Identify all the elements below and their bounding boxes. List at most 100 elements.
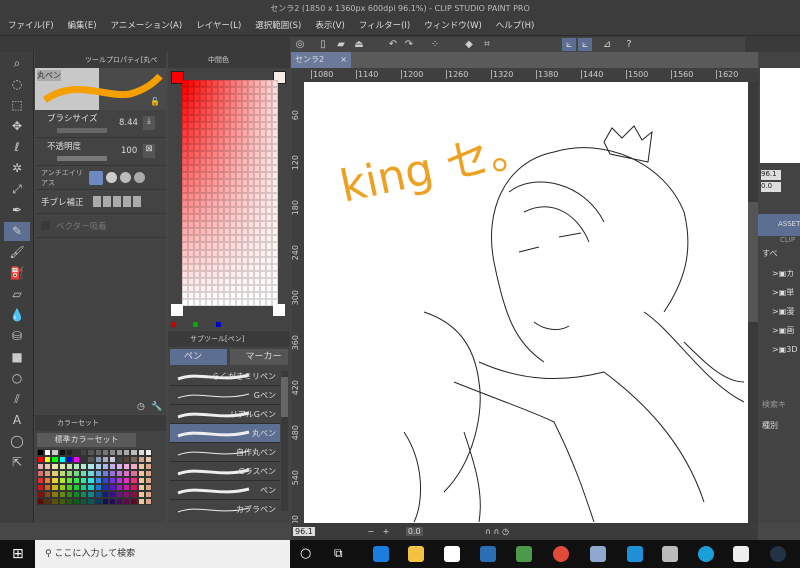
color-cell[interactable]: [272, 221, 278, 229]
rotate-left-icon[interactable]: ∩ ∩ ◷: [485, 527, 509, 536]
color-swatch[interactable]: [137, 456, 145, 463]
app2-icon[interactable]: [590, 546, 606, 562]
color-swatch[interactable]: [87, 470, 95, 477]
color-set-select[interactable]: 標準カラーセット: [37, 433, 136, 447]
color-swatch[interactable]: [87, 463, 95, 470]
color-swatch[interactable]: [44, 477, 52, 484]
eyedropper-icon[interactable]: ⤢: [4, 180, 30, 199]
color-swatch[interactable]: [130, 477, 138, 484]
color-swatch[interactable]: [37, 498, 45, 505]
document-tab[interactable]: センラ2 ×: [291, 52, 351, 68]
status-angle[interactable]: 0.0: [405, 527, 423, 536]
snap-ruler-icon[interactable]: ⟀: [562, 38, 576, 51]
color-swatch[interactable]: [51, 484, 59, 491]
menu-file[interactable]: ファイル(F): [8, 17, 54, 35]
color-swatch[interactable]: [51, 463, 59, 470]
subtool-item[interactable]: らくがきミリペン: [170, 367, 280, 386]
color-swatch[interactable]: [51, 470, 59, 477]
color-cell[interactable]: [272, 143, 278, 151]
color-swatch[interactable]: [137, 449, 145, 456]
color-swatch[interactable]: [123, 477, 131, 484]
color-cell[interactable]: [272, 94, 278, 102]
color-cell[interactable]: [272, 122, 278, 130]
color-swatch[interactable]: [144, 491, 152, 498]
color-swatch[interactable]: [123, 463, 131, 470]
color-set-tab[interactable]: カラーセット: [35, 415, 166, 431]
color-swatch[interactable]: [101, 498, 109, 505]
color-swatch[interactable]: [94, 498, 102, 505]
color-swatch[interactable]: [144, 470, 152, 477]
color-cell[interactable]: [272, 136, 278, 144]
explorer-icon[interactable]: [408, 546, 424, 562]
color-swatch[interactable]: [116, 449, 124, 456]
color-swatch[interactable]: [37, 477, 45, 484]
color-swatch[interactable]: [144, 484, 152, 491]
subtool-item[interactable]: 自作丸ペン: [170, 443, 280, 462]
color-swatch[interactable]: [130, 456, 138, 463]
color-swatch[interactable]: [80, 470, 88, 477]
color-swatch[interactable]: [44, 449, 52, 456]
color-swatch[interactable]: [80, 491, 88, 498]
color-swatch[interactable]: [80, 498, 88, 505]
color-swatch[interactable]: [51, 449, 59, 456]
color-swatch[interactable]: [65, 463, 73, 470]
color-cell[interactable]: [272, 129, 278, 137]
brush-icon[interactable]: 🖌: [4, 243, 30, 262]
brush-size-value[interactable]: 8.44: [119, 118, 138, 128]
color-swatch[interactable]: [44, 456, 52, 463]
color-swatch[interactable]: [80, 477, 88, 484]
mail-icon[interactable]: [627, 546, 643, 562]
text-icon[interactable]: A: [4, 411, 30, 430]
color-cell[interactable]: [272, 80, 278, 88]
media-icon[interactable]: [480, 546, 496, 562]
color-swatch[interactable]: [37, 463, 45, 470]
color-swatch[interactable]: [51, 456, 59, 463]
move-icon[interactable]: ✥: [4, 117, 30, 136]
menu-selection[interactable]: 選択範囲(S): [255, 17, 301, 35]
color-swatch[interactable]: [87, 484, 95, 491]
color-swatch[interactable]: [137, 463, 145, 470]
windows-start-icon[interactable]: ⊞: [12, 546, 24, 562]
object-icon[interactable]: ⬚: [4, 96, 30, 115]
color-swatch[interactable]: [58, 477, 66, 484]
color-swatch[interactable]: [58, 498, 66, 505]
color-swatch[interactable]: [65, 498, 73, 505]
color-swatch[interactable]: [130, 498, 138, 505]
color-swatch[interactable]: [72, 491, 81, 498]
eraser-icon[interactable]: ▱: [4, 285, 30, 304]
stabilization-slider[interactable]: [93, 196, 141, 207]
snap-special-ruler-icon[interactable]: ⟀: [578, 38, 592, 51]
color-swatch[interactable]: [123, 449, 131, 456]
color-swatch[interactable]: [65, 477, 73, 484]
color-swatch[interactable]: [87, 449, 95, 456]
help-icon[interactable]: ?: [622, 38, 636, 51]
color-cell[interactable]: [272, 164, 278, 172]
material-search[interactable]: 検索キ: [762, 399, 786, 410]
color-swatch[interactable]: [44, 470, 52, 477]
color-cell[interactable]: [272, 171, 278, 179]
color-swatch[interactable]: [72, 498, 81, 505]
zoom-out-icon[interactable]: −: [367, 527, 374, 536]
material-folder[interactable]: >▣カ: [772, 264, 798, 283]
color-swatch[interactable]: [65, 470, 73, 477]
subtool-item[interactable]: カブラペン: [170, 500, 280, 517]
color-swatch[interactable]: [58, 470, 66, 477]
material-folder[interactable]: >▣3D: [772, 340, 798, 359]
color-swatch[interactable]: [51, 477, 59, 484]
color-cell[interactable]: [272, 178, 278, 186]
canvas-vertical-scrollbar[interactable]: [748, 82, 758, 523]
color-swatch[interactable]: [101, 463, 109, 470]
color-cell[interactable]: [272, 256, 278, 264]
opacity-slider[interactable]: [57, 156, 107, 161]
color-swatch[interactable]: [87, 477, 95, 484]
transform-icon[interactable]: ⌗: [480, 38, 494, 51]
color-swatch[interactable]: [130, 491, 138, 498]
figure-icon[interactable]: ○: [4, 369, 30, 388]
color-cell[interactable]: [272, 228, 278, 236]
color-swatch[interactable]: [58, 463, 66, 470]
color-swatch[interactable]: [80, 484, 88, 491]
color-swatch[interactable]: [144, 463, 152, 470]
subtool-scrollbar[interactable]: [281, 371, 288, 511]
intermediate-color-grid[interactable]: [182, 80, 278, 306]
color-swatch[interactable]: [116, 491, 124, 498]
